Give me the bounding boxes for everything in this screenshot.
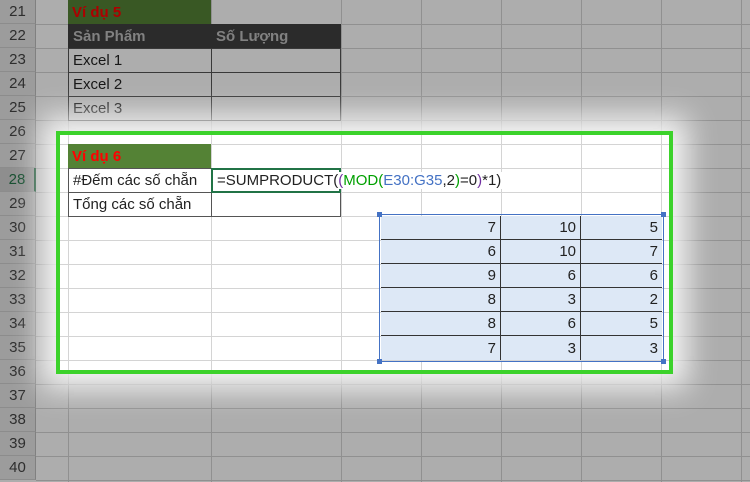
formula-function: =SUMPRODUCT( xyxy=(217,172,339,189)
row-header[interactable]: 32 xyxy=(0,264,36,288)
header-product[interactable]: Sản Phẩm xyxy=(68,24,212,49)
row-header[interactable]: 23 xyxy=(0,48,36,72)
row-gridline xyxy=(36,432,750,433)
row-header[interactable]: 24 xyxy=(0,72,36,96)
resize-handle[interactable] xyxy=(377,212,382,217)
row-header[interactable]: 22 xyxy=(0,24,36,48)
row-gridline xyxy=(36,480,750,481)
row-header[interactable]: 36 xyxy=(0,360,36,384)
formula-arg: ,2 xyxy=(442,172,455,189)
row-header[interactable]: 31 xyxy=(0,240,36,264)
row-header[interactable]: 40 xyxy=(0,456,36,480)
row-header[interactable]: 25 xyxy=(0,96,36,120)
quantity-cell[interactable] xyxy=(211,72,341,97)
quantity-cell[interactable] xyxy=(211,96,341,121)
product-cell[interactable]: Excel 2 xyxy=(68,72,212,97)
sum-even-label-cell[interactable]: Tổng các số chẵn xyxy=(68,192,212,217)
row-gridline xyxy=(36,456,750,457)
row-header[interactable]: 21 xyxy=(0,0,36,24)
formula-compare: =0 xyxy=(460,172,478,189)
row-header[interactable]: 29 xyxy=(0,192,36,216)
row-header[interactable]: 39 xyxy=(0,432,36,456)
formula-tail: *1) xyxy=(482,172,502,189)
resize-handle[interactable] xyxy=(661,359,666,364)
row-header[interactable]: 35 xyxy=(0,336,36,360)
formula-edit-cell[interactable]: =SUMPRODUCT((MOD(E30:G35,2)=0)*1) xyxy=(211,168,506,193)
row-header-active[interactable]: 28 xyxy=(0,168,36,192)
example6-title-cell[interactable]: Ví dụ 6 xyxy=(68,144,211,168)
count-even-label-cell[interactable]: #Đếm các số chẵn xyxy=(68,168,212,193)
header-quantity[interactable]: Số Lượng xyxy=(211,24,341,49)
row-header[interactable]: 38 xyxy=(0,408,36,432)
formula-range-ref: E30:G35 xyxy=(383,172,443,189)
formula-mod: MOD( xyxy=(343,172,384,189)
formula-text: =SUMPRODUCT((MOD(E30:G35,2)=0)*1) xyxy=(217,172,506,189)
row-header[interactable]: 37 xyxy=(0,384,36,408)
resize-handle[interactable] xyxy=(377,359,382,364)
row-gridline xyxy=(36,408,750,409)
example5-title-cell[interactable]: Ví dụ 5 xyxy=(68,0,211,24)
resize-handle[interactable] xyxy=(661,212,666,217)
product-cell[interactable]: Excel 3 xyxy=(68,96,212,121)
sum-even-result-cell[interactable] xyxy=(211,192,341,217)
row-header[interactable]: 26 xyxy=(0,120,36,144)
product-cell[interactable]: Excel 1 xyxy=(68,48,212,73)
range-reference-highlight[interactable] xyxy=(377,212,666,364)
spreadsheet[interactable]: 21 22 23 24 25 26 27 28 29 30 31 32 33 3… xyxy=(0,0,750,482)
row-header[interactable]: 27 xyxy=(0,144,36,168)
row-header[interactable]: 30 xyxy=(0,216,36,240)
row-header[interactable]: 33 xyxy=(0,288,36,312)
quantity-cell[interactable] xyxy=(211,48,341,73)
row-header[interactable]: 34 xyxy=(0,312,36,336)
row-gridline xyxy=(36,384,750,385)
